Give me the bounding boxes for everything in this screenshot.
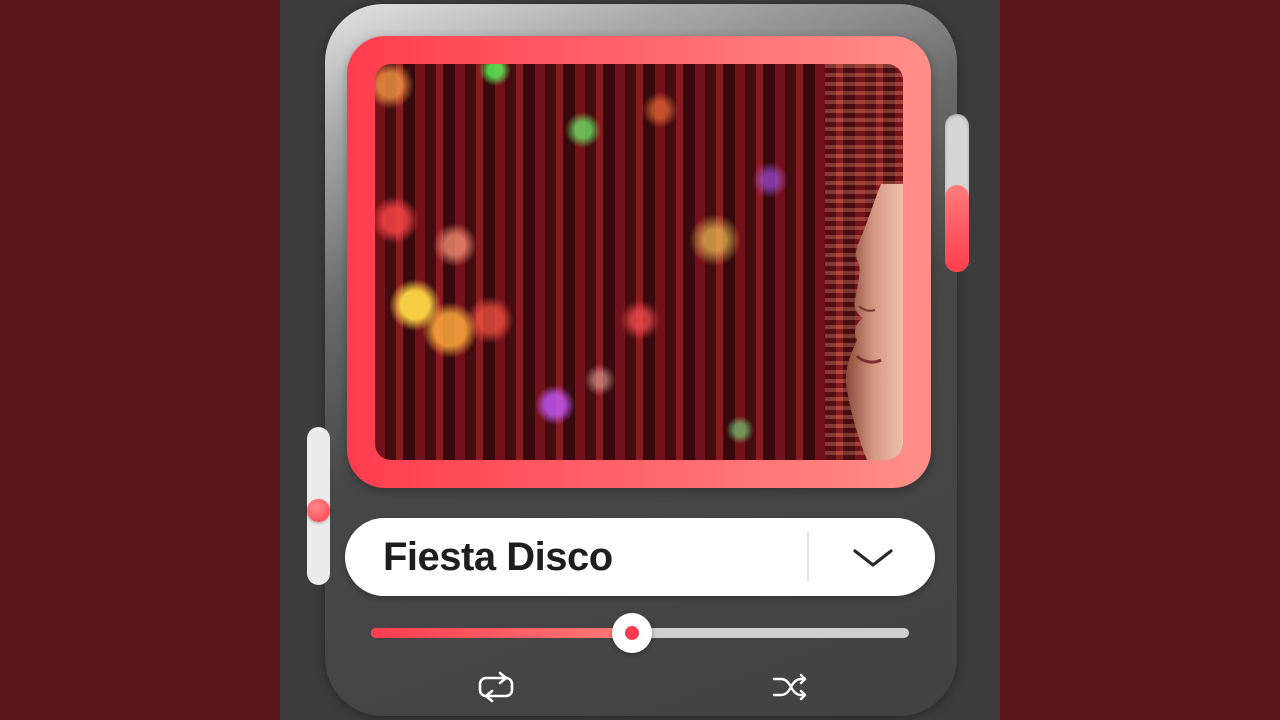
vertical-slider-thumb[interactable] xyxy=(307,499,330,522)
vertical-slider[interactable] xyxy=(307,427,330,585)
volume-fill xyxy=(945,185,969,272)
shuffle-icon xyxy=(772,673,807,701)
chevron-down-icon xyxy=(853,549,893,567)
track-title: Fiesta Disco xyxy=(383,535,613,579)
repeat-icon xyxy=(478,671,514,703)
shuffle-button[interactable] xyxy=(770,670,810,704)
progress-thumb[interactable] xyxy=(612,613,652,653)
volume-slider[interactable] xyxy=(945,114,969,272)
progress-bar[interactable] xyxy=(371,613,909,653)
album-art-face xyxy=(845,184,903,460)
progress-fill xyxy=(371,628,632,638)
album-art xyxy=(375,64,903,460)
title-bar: Fiesta Disco xyxy=(345,518,935,596)
repeat-button[interactable] xyxy=(472,670,520,704)
title-divider xyxy=(807,532,809,582)
dropdown-button[interactable] xyxy=(811,518,935,596)
progress-thumb-dot xyxy=(625,626,639,640)
